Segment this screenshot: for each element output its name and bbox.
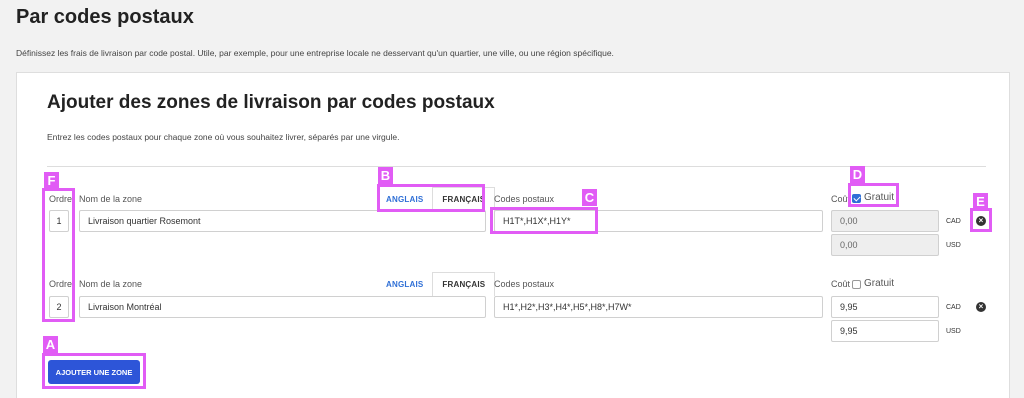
card-description: Entrez les codes postaux pour chaque zon… bbox=[47, 132, 400, 142]
cost-usd-input[interactable]: 9,95 bbox=[831, 320, 939, 342]
currency-cad: CAD bbox=[946, 218, 961, 225]
page-description: Définissez les frais de livraison par co… bbox=[16, 48, 614, 58]
postal-codes-label: Codes postaux bbox=[494, 279, 555, 289]
highlight-box-a bbox=[42, 353, 146, 389]
cost-cad-input[interactable]: 0,00 bbox=[831, 210, 939, 232]
zone-name-input[interactable]: Livraison quartier Rosemont bbox=[79, 210, 486, 232]
tab-english[interactable]: ANGLAIS bbox=[377, 272, 432, 296]
zone-name-label: Nom de la zone bbox=[79, 194, 143, 204]
cost-label: Coût bbox=[831, 279, 851, 289]
divider bbox=[47, 166, 986, 167]
currency-usd: USD bbox=[946, 328, 961, 335]
currency-cad: CAD bbox=[946, 304, 961, 311]
highlight-box-f bbox=[42, 188, 75, 322]
tab-french[interactable]: FRANÇAIS bbox=[432, 272, 496, 296]
highlight-tag-a: A bbox=[43, 336, 58, 353]
language-tabs: ANGLAIS FRANÇAIS bbox=[377, 272, 496, 296]
zone-name-label: Nom de la zone bbox=[79, 279, 143, 289]
highlight-box-c bbox=[490, 207, 598, 234]
postal-codes-label: Codes postaux bbox=[494, 194, 555, 204]
highlight-tag-b: B bbox=[378, 167, 393, 184]
remove-zone-icon[interactable]: × bbox=[976, 302, 986, 312]
card-title: Ajouter des zones de livraison par codes… bbox=[47, 92, 495, 113]
free-label: Gratuit bbox=[864, 278, 895, 289]
highlight-tag-e: E bbox=[973, 193, 988, 210]
cost-cad-input[interactable]: 9,95 bbox=[831, 296, 939, 318]
highlight-box-d bbox=[848, 183, 899, 207]
highlight-tag-c: C bbox=[582, 189, 597, 206]
highlight-tag-d: D bbox=[850, 166, 865, 183]
page-title: Par codes postaux bbox=[16, 6, 194, 28]
free-checkbox[interactable] bbox=[852, 280, 861, 289]
highlight-box-e bbox=[970, 208, 992, 232]
cost-usd-input[interactable]: 0,00 bbox=[831, 234, 939, 256]
currency-usd: USD bbox=[946, 242, 961, 249]
postal-codes-input[interactable]: H1*,H2*,H3*,H4*,H5*,H8*,H7W* bbox=[494, 296, 823, 318]
zone-name-input[interactable]: Livraison Montréal bbox=[79, 296, 486, 318]
highlight-tag-f: F bbox=[44, 172, 59, 189]
highlight-box-b bbox=[377, 184, 485, 212]
